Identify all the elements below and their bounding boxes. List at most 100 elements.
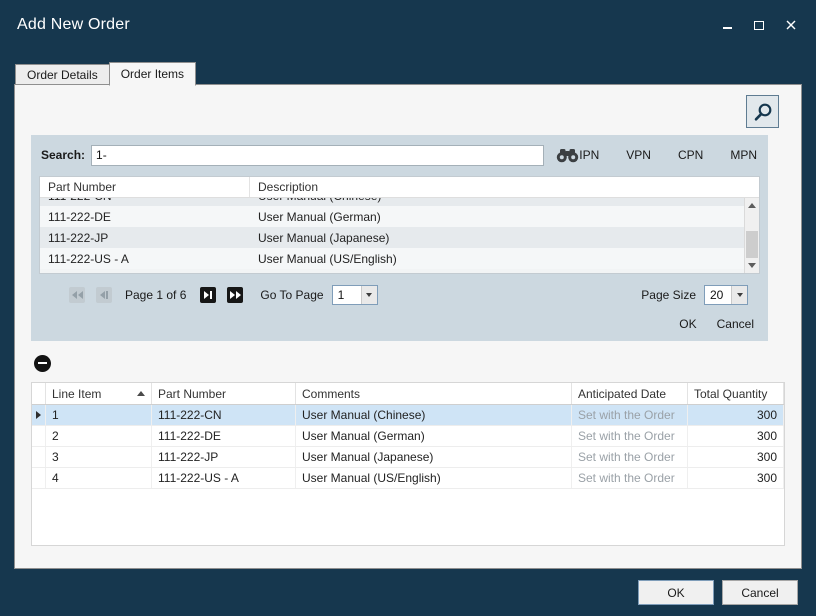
order-items-tab-content: Search: IPN — [14, 84, 802, 569]
total-quantity-cell: 300 — [688, 468, 784, 488]
tab-order-items[interactable]: Order Items — [109, 62, 196, 86]
search-toggle-button[interactable] — [746, 95, 779, 128]
search-icon — [753, 102, 773, 122]
find-button[interactable] — [556, 148, 579, 163]
close-button[interactable] — [784, 18, 798, 32]
description-cell: User Manual (Japanese) — [250, 231, 744, 245]
column-header-description[interactable]: Description — [250, 177, 759, 197]
remove-line-item-button[interactable] — [34, 355, 51, 372]
results-row[interactable]: 111-222-CN User Manual (Chinese) — [40, 198, 744, 206]
comments-cell: User Manual (Chinese) — [296, 405, 572, 425]
goto-page-value: 1 — [333, 286, 355, 304]
row-selector-cell — [32, 405, 46, 425]
search-input[interactable] — [91, 145, 544, 166]
grid-row[interactable]: 2 111-222-DE User Manual (German) Set wi… — [32, 426, 784, 447]
goto-page-dropdown-button[interactable] — [361, 286, 377, 304]
description-cell: User Manual (US/English) — [250, 252, 744, 266]
window-controls — [720, 18, 806, 32]
filter-vpn-button[interactable]: VPN — [626, 148, 651, 162]
total-quantity-cell: 300 — [688, 426, 784, 446]
cancel-button[interactable]: Cancel — [722, 580, 798, 605]
row-selector-cell — [32, 468, 46, 488]
row-selector-cell — [32, 447, 46, 467]
results-row[interactable]: 111-222-JP User Manual (Japanese) — [40, 227, 744, 248]
search-panel-actions: OK Cancel — [39, 317, 760, 333]
results-viewport: 111-222-CN User Manual (Chinese) 111-222… — [40, 198, 759, 273]
first-page-button[interactable] — [69, 287, 85, 303]
scroll-up-icon — [748, 203, 756, 208]
next-page-icon — [204, 291, 209, 299]
part-number-cell: 111-222-JP — [152, 447, 296, 467]
scroll-down-button[interactable] — [745, 258, 759, 273]
scrollbar-thumb[interactable] — [746, 231, 758, 258]
comments-cell: User Manual (Japanese) — [296, 447, 572, 467]
page-status: Page 1 of 6 — [125, 288, 186, 302]
anticipated-date-cell: Set with the Order — [572, 468, 688, 488]
close-icon — [786, 20, 796, 30]
search-results-table: Part Number Description 111-222-CN User … — [39, 176, 760, 274]
dialog-footer: OK Cancel — [638, 580, 798, 605]
part-search-panel: Search: IPN — [31, 135, 768, 341]
page-size-value: 20 — [705, 286, 728, 304]
column-header-part-number[interactable]: Part Number — [152, 383, 296, 404]
column-header-anticipated-date[interactable]: Anticipated Date — [572, 383, 688, 404]
tab-order-details[interactable]: Order Details — [15, 64, 109, 85]
results-row[interactable]: 111-222-DE User Manual (German) — [40, 206, 744, 227]
anticipated-date-cell: Set with the Order — [572, 405, 688, 425]
column-header-comments[interactable]: Comments — [296, 383, 572, 404]
results-rows: 111-222-CN User Manual (Chinese) 111-222… — [40, 198, 744, 269]
search-label: Search: — [41, 148, 85, 162]
current-row-icon — [36, 411, 41, 419]
tabstrip: Order Details Order Items — [14, 61, 802, 85]
page-size-group: Page Size 20 — [641, 285, 748, 305]
column-header-total-quantity[interactable]: Total Quantity — [688, 383, 784, 404]
maximize-icon — [754, 21, 764, 30]
grid-row[interactable]: 1 111-222-CN User Manual (Chinese) Set w… — [32, 405, 784, 426]
grid-row[interactable]: 4 111-222-US - A User Manual (US/English… — [32, 468, 784, 489]
part-number-cell: 111-222-JP — [40, 231, 250, 245]
previous-page-icon — [100, 291, 105, 299]
part-number-cell: 111-222-DE — [40, 210, 250, 224]
results-scrollbar[interactable] — [744, 198, 759, 273]
line-item-cell: 3 — [46, 447, 152, 467]
line-item-cell: 4 — [46, 468, 152, 488]
add-new-order-dialog: Add New Order Order Details Order Items — [0, 0, 816, 50]
description-cell: User Manual (Chinese) — [250, 198, 744, 203]
anticipated-date-cell: Set with the Order — [572, 447, 688, 467]
maximize-button[interactable] — [752, 18, 766, 32]
titlebar[interactable]: Add New Order — [0, 0, 816, 50]
anticipated-date-cell: Set with the Order — [572, 426, 688, 446]
part-number-cell: 111-222-CN — [40, 198, 250, 203]
grid-row[interactable]: 3 111-222-JP User Manual (Japanese) Set … — [32, 447, 784, 468]
description-cell: User Manual (German) — [250, 210, 744, 224]
previous-page-button[interactable] — [96, 287, 112, 303]
results-row[interactable]: 111-222-US - A User Manual (US/English) — [40, 248, 744, 269]
search-ok-button[interactable]: OK — [679, 317, 696, 331]
page-size-dropdown-button[interactable] — [731, 286, 747, 304]
sort-ascending-icon — [137, 391, 145, 396]
filter-ipn-button[interactable]: IPN — [579, 148, 599, 162]
scroll-up-button[interactable] — [745, 198, 759, 213]
page-size-select[interactable]: 20 — [704, 285, 748, 305]
goto-page-select[interactable]: 1 — [332, 285, 378, 305]
scroll-down-icon — [748, 263, 756, 268]
column-header-part-number[interactable]: Part Number — [40, 177, 250, 197]
minimize-button[interactable] — [720, 18, 734, 32]
search-row: Search: IPN — [39, 143, 760, 167]
line-item-cell: 2 — [46, 426, 152, 446]
ok-button[interactable]: OK — [638, 580, 714, 605]
comments-cell: User Manual (German) — [296, 426, 572, 446]
line-item-cell: 1 — [46, 405, 152, 425]
column-header-line-item[interactable]: Line Item — [46, 383, 152, 404]
part-number-cell: 111-222-CN — [152, 405, 296, 425]
grid-toolbar — [34, 355, 801, 372]
filter-mpn-button[interactable]: MPN — [730, 148, 757, 162]
search-cancel-button[interactable]: Cancel — [717, 317, 754, 331]
filter-cpn-button[interactable]: CPN — [678, 148, 703, 162]
last-page-button[interactable] — [227, 287, 243, 303]
search-filter-buttons: IPN VPN CPN MPN — [579, 148, 760, 162]
results-pager: Page 1 of 6 Go To Page 1 Page Size 20 — [39, 284, 760, 306]
minimize-icon — [723, 27, 732, 29]
next-page-button[interactable] — [200, 287, 216, 303]
row-selector-header — [32, 383, 46, 404]
